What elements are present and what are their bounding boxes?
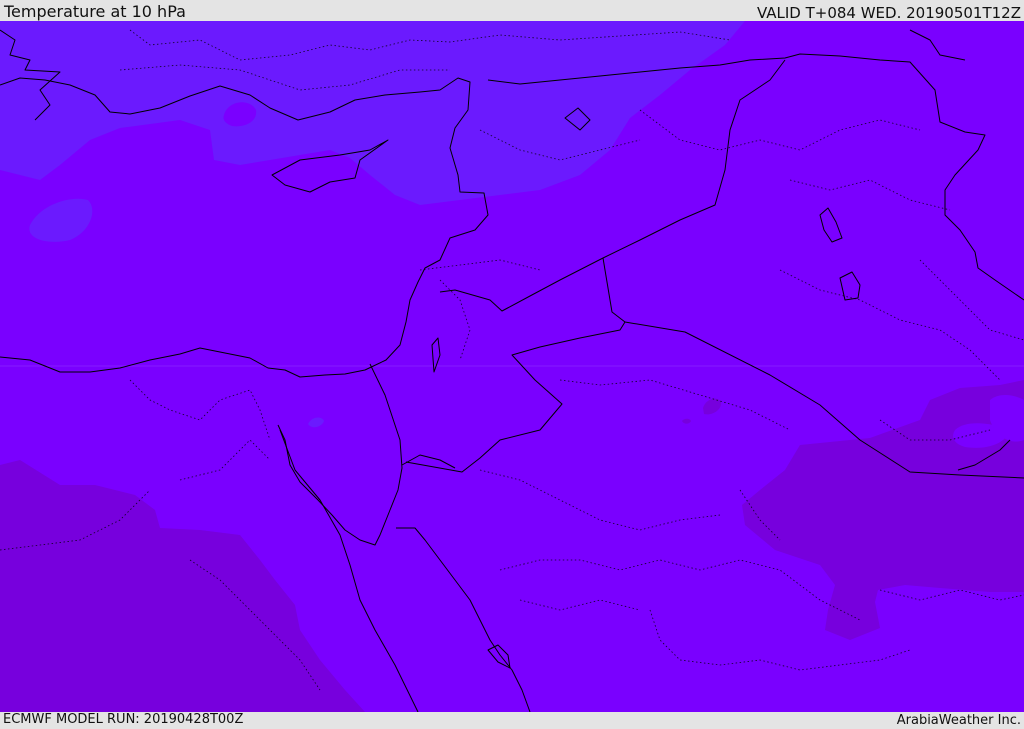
map-title: Temperature at 10 hPa	[4, 2, 186, 21]
valid-time: VALID T+084 WED. 20190501T12Z	[756, 4, 1021, 22]
model-run: ECMWF MODEL RUN: 20190428T00Z	[3, 712, 244, 727]
credit: ArabiaWeather Inc.	[896, 713, 1021, 728]
header-bar: Temperature at 10 hPa VALID T+084 WED. 2…	[0, 0, 1024, 21]
temperature-map	[0, 21, 1024, 712]
footer-bar: ECMWF MODEL RUN: 20190428T00Z ArabiaWeat…	[0, 712, 1024, 729]
map-canvas	[0, 21, 1024, 712]
